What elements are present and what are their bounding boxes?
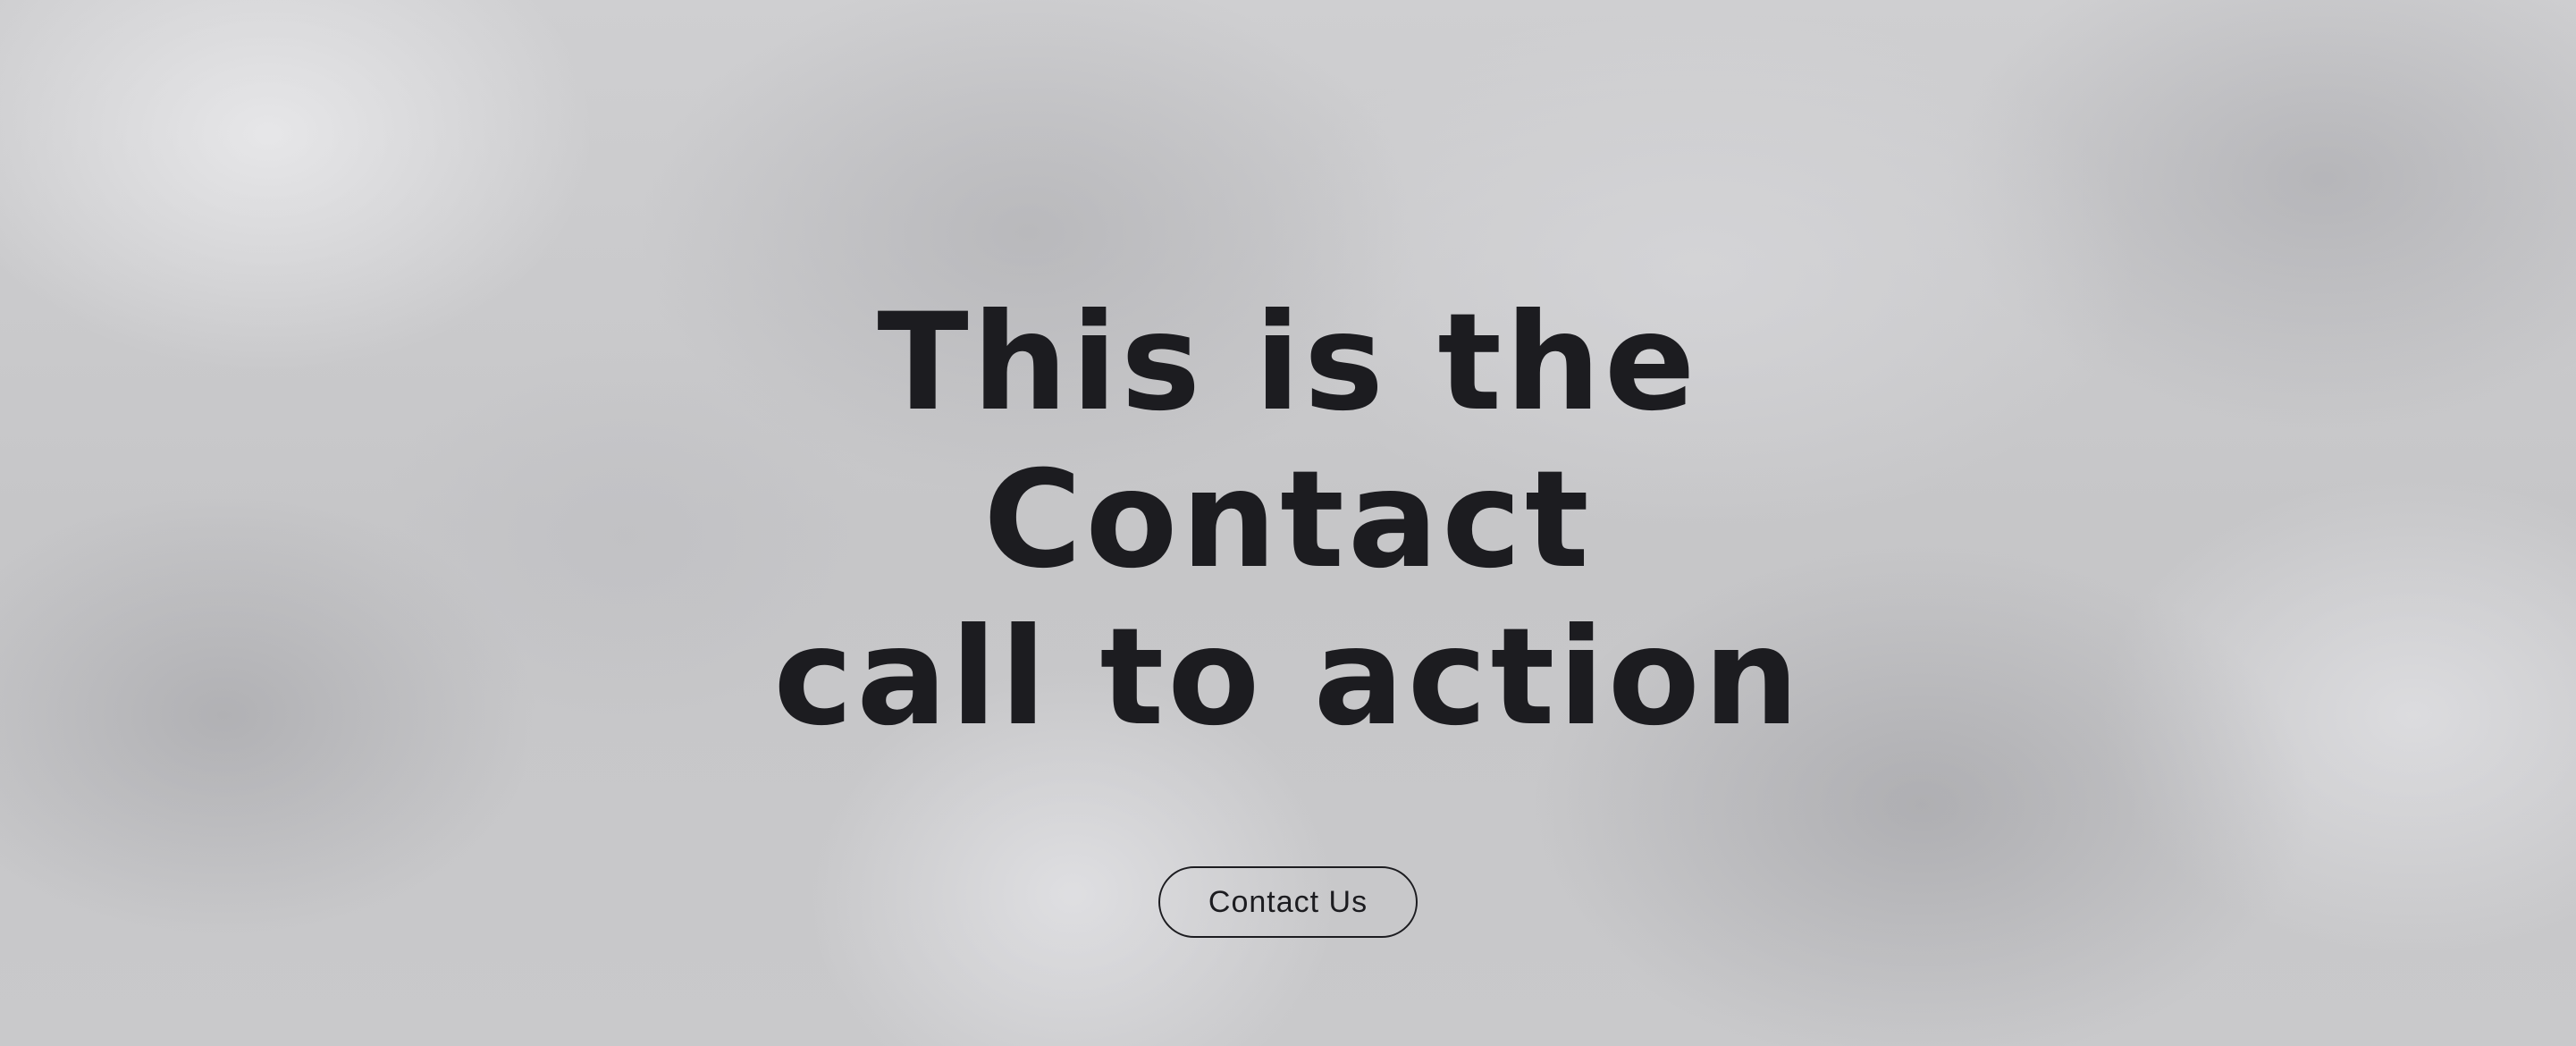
headline-line-2: call to action (773, 600, 1803, 755)
headline-line-1: This is the Contact (877, 285, 1699, 598)
hero-section: This is the Contact call to action Conta… (0, 0, 2576, 1046)
hero-content: This is the Contact call to action Conta… (0, 0, 2576, 1046)
contact-us-button[interactable]: Contact Us (1158, 866, 1418, 938)
hero-headline: This is the Contact call to action (573, 284, 2003, 756)
